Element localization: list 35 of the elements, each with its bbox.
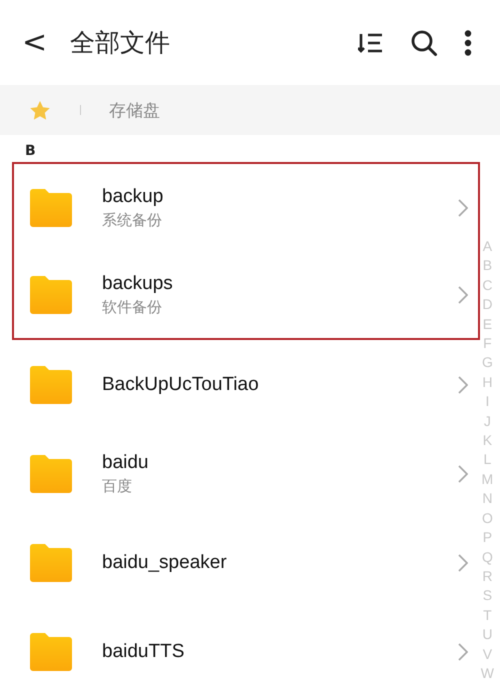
star-icon[interactable] (30, 100, 50, 120)
folder-icon (30, 454, 72, 492)
more-icon[interactable] (464, 30, 472, 56)
folder-name: baidu (102, 452, 150, 474)
folder-name: baidu_speaker (102, 552, 228, 574)
folder-icon (30, 632, 72, 670)
folder-description: 软件备份 (102, 298, 163, 316)
chevron-icon (458, 376, 468, 394)
folder-row[interactable]: backup 系统备份 (12, 162, 480, 251)
chevron-icon (458, 286, 468, 304)
folder-icon (30, 366, 72, 404)
sort-icon[interactable] (358, 30, 384, 54)
folder-icon (30, 276, 72, 314)
folder-icon (30, 544, 72, 582)
search-icon[interactable] (410, 28, 438, 56)
chevron-icon (458, 464, 468, 482)
page-title: 全部文件 (70, 27, 171, 59)
folder-description: 百度 (102, 476, 133, 496)
folder-row[interactable]: baiduTTS (12, 607, 480, 688)
chevron-icon (458, 554, 468, 572)
folder-name: backups (102, 272, 174, 294)
folder-name: backup (102, 186, 164, 208)
folder-row[interactable]: backups 软件备份 (12, 251, 480, 340)
chevron-icon (458, 642, 468, 660)
folder-row[interactable]: baidu_speaker (12, 518, 480, 607)
chevron-icon (458, 198, 468, 216)
folder-icon (30, 188, 72, 226)
folder-name: baiduTTS (102, 640, 186, 662)
breadcrumb-item[interactable]: 存储盘 (109, 98, 160, 122)
folder-row[interactable]: baidu 百度 (12, 429, 480, 518)
folder-row[interactable]: BackUpUcTouTiao (12, 340, 480, 429)
folder-name: BackUpUcTouTiao (102, 374, 260, 396)
back-button[interactable]: < (22, 25, 44, 60)
folder-description: 系统备份 (102, 210, 163, 230)
section-header: B (24, 142, 37, 161)
